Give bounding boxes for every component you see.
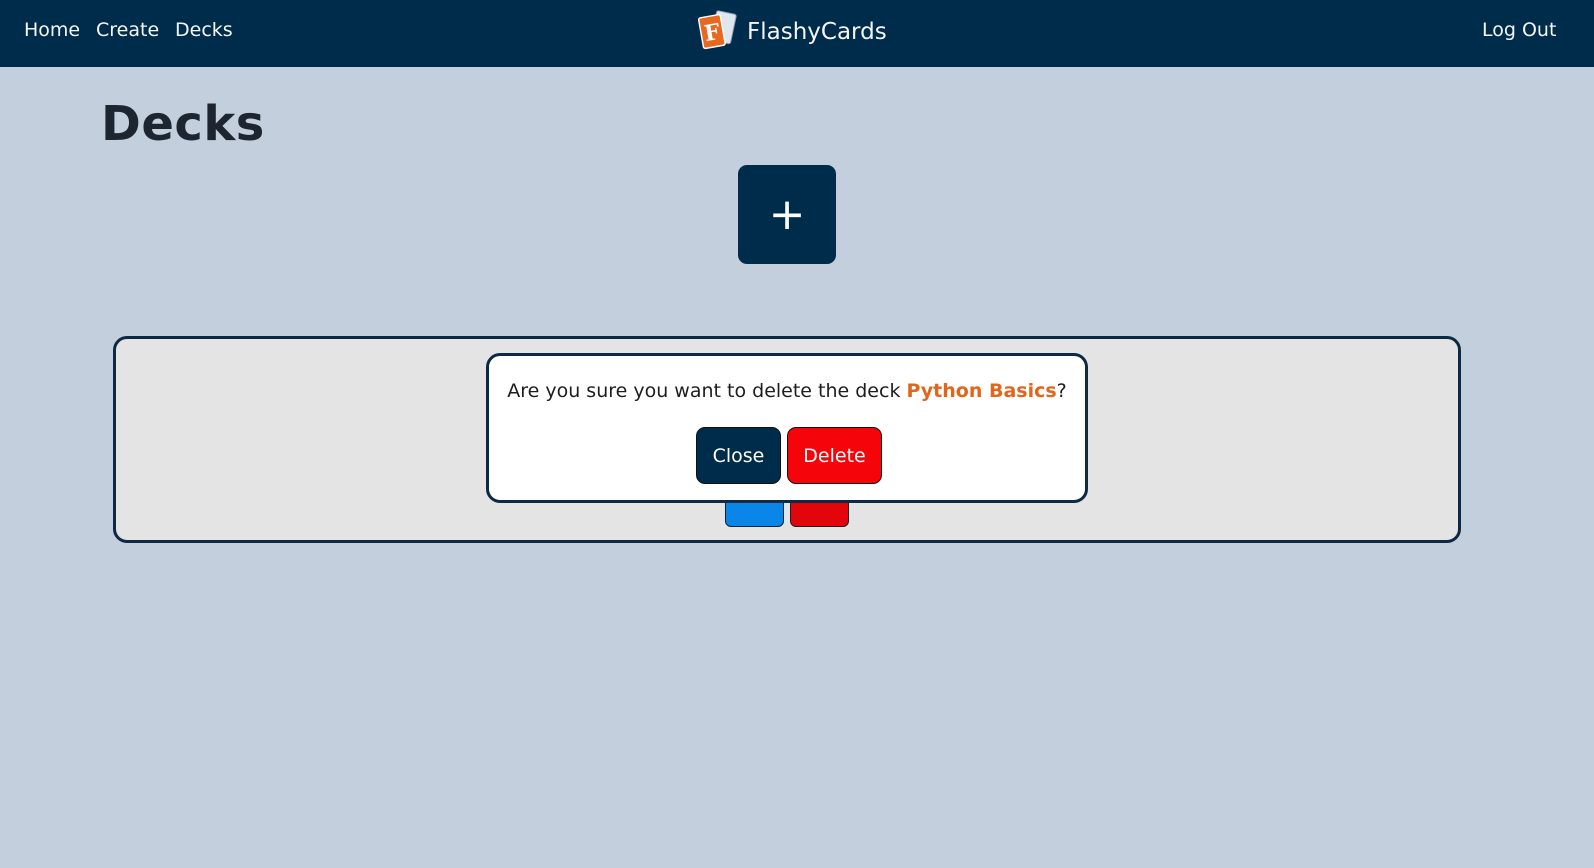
delete-confirm-modal: Are you sure you want to delete the deck… <box>486 353 1088 503</box>
add-deck-button[interactable]: + <box>738 165 836 264</box>
brand-name: FlashyCards <box>747 19 887 45</box>
modal-deck-name: Python Basics <box>906 380 1057 402</box>
flashcards-logo-icon: F <box>697 9 739 55</box>
brand[interactable]: F FlashyCards <box>697 9 887 55</box>
modal-message-prefix: Are you sure you want to delete the deck <box>507 380 907 402</box>
logout-link[interactable]: Log Out <box>1482 19 1556 41</box>
nav-link-home[interactable]: Home <box>24 19 80 41</box>
delete-button[interactable]: Delete <box>787 427 882 484</box>
nav-link-create[interactable]: Create <box>96 19 159 41</box>
page-title: Decks <box>101 96 265 152</box>
top-navbar: Home Create Decks F FlashyCards Log Out <box>0 0 1594 67</box>
modal-message: Are you sure you want to delete the deck… <box>489 380 1085 402</box>
nav-link-decks[interactable]: Decks <box>175 19 233 41</box>
close-button[interactable]: Close <box>696 427 781 484</box>
modal-message-suffix: ? <box>1056 380 1067 402</box>
